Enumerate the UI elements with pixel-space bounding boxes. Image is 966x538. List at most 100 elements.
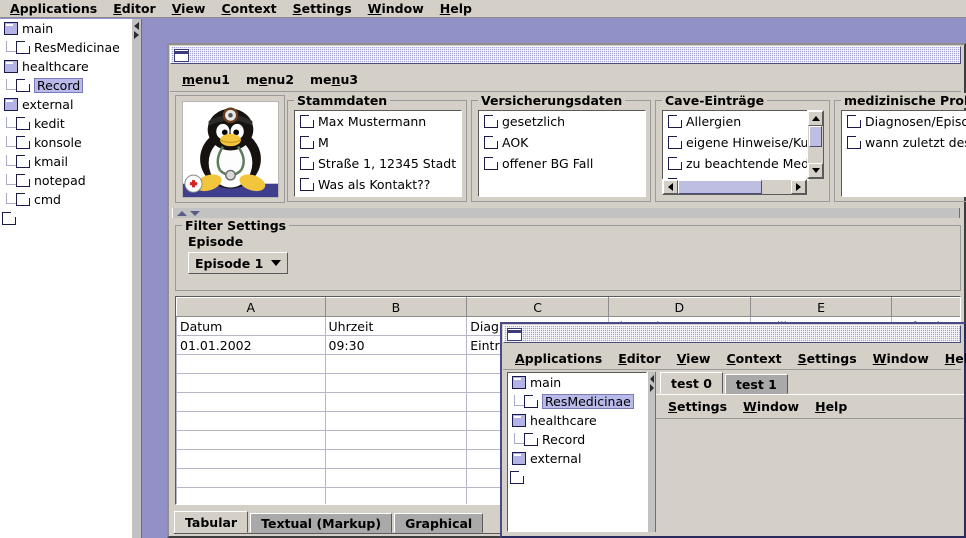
table-cell[interactable] [177, 431, 326, 450]
sub-menu-item-settings[interactable]: Settings [658, 397, 735, 416]
sub-menu-item-window[interactable]: Window [735, 397, 807, 416]
main-menubar[interactable]: AApplicationspplications Editor View Con… [0, 0, 966, 18]
divider-collapse-right-arrow[interactable] [134, 31, 139, 39]
list-item[interactable]: gesetzlich [479, 111, 645, 132]
panel-versicherungsdaten-list[interactable]: gesetzlich AOK offener BG Fall [478, 110, 646, 197]
list-item[interactable]: Max Mustermann [295, 111, 461, 132]
cave-horizontal-scrollbar[interactable] [662, 179, 807, 195]
divider-collapse-left-arrow[interactable] [650, 375, 654, 383]
list-item[interactable]: wann zuletzt deswe [842, 132, 966, 153]
divider-collapse-right-arrow[interactable] [650, 384, 654, 392]
table-cell[interactable] [325, 431, 467, 450]
table-cell[interactable] [177, 488, 326, 506]
scroll-left-button[interactable] [663, 180, 678, 194]
panel-cave-eintraege-list[interactable]: Allergien eigene Hinweise/Kurzn zu beach… [662, 110, 809, 181]
table-cell[interactable] [177, 393, 326, 412]
episode-select[interactable]: Episode 1 [188, 252, 288, 274]
record-menu-menu2[interactable]: menu2 [238, 70, 302, 89]
sidebar-item-blank[interactable] [0, 209, 131, 228]
sidebar-item-main[interactable]: main [0, 19, 131, 38]
float-project-tree[interactable]: mainResMedicinaehealthcareRecordexternal [507, 372, 647, 532]
menu-item-help[interactable]: Help [432, 0, 480, 18]
tab-tabular[interactable]: Tabular [174, 511, 248, 533]
float-menu-item-editor[interactable]: Editor [610, 349, 669, 368]
table-cell[interactable]: 09:30 [325, 336, 467, 355]
table-cell[interactable] [325, 469, 467, 488]
float-tree-item-resmedicinae[interactable]: ResMedicinae [508, 392, 646, 411]
column-header-A[interactable]: A [177, 298, 326, 317]
column-header-F[interactable]: F [892, 298, 961, 317]
panel-stammdaten-list[interactable]: Max Mustermann M Straße 1, 12345 Stadt W… [294, 110, 462, 197]
list-item[interactable]: Was als Kontakt?? [295, 174, 461, 195]
table-cell[interactable] [177, 355, 326, 374]
list-item[interactable]: Allergien [663, 111, 808, 132]
list-item[interactable]: AOK [479, 132, 645, 153]
sidebar-item-kmail[interactable]: kmail [0, 152, 131, 171]
float-tree-item-main[interactable]: main [508, 373, 646, 392]
float-tabs[interactable]: test 0 test 1 [656, 372, 964, 394]
table-cell[interactable] [325, 355, 467, 374]
project-tree[interactable]: mainResMedicinaehealthcareRecordexternal… [0, 19, 132, 538]
list-item[interactable]: Diagnosen/Episode [842, 111, 966, 132]
table-cell[interactable] [325, 488, 467, 506]
table-cell[interactable]: Uhrzeit [325, 317, 467, 336]
scroll-thumb-horizontal[interactable] [678, 180, 762, 194]
list-item[interactable]: Straße 1, 12345 Stadt [295, 153, 461, 174]
float-tree-item-record[interactable]: Record [508, 430, 646, 449]
float-tree-item-external[interactable]: external [508, 449, 646, 468]
cave-vertical-scrollbar[interactable] [807, 110, 824, 179]
tab-test-0[interactable]: test 0 [660, 372, 723, 394]
panel-medizinische-probleme-list[interactable]: Diagnosen/Episode wann zuletzt deswe [841, 110, 966, 197]
table-cell[interactable]: Datum [177, 317, 326, 336]
tab-graphical[interactable]: Graphical [394, 513, 483, 533]
table-cell[interactable] [177, 374, 326, 393]
sidebar-item-healthcare[interactable]: healthcare [0, 57, 131, 76]
column-header-B[interactable]: B [325, 298, 467, 317]
tab-test-1[interactable]: test 1 [725, 374, 788, 394]
float-menu-item-settings[interactable]: Settings [790, 349, 865, 368]
split-divider-main[interactable] [131, 19, 142, 538]
sidebar-item-notepad[interactable]: notepad [0, 171, 131, 190]
record-menu-menu3[interactable]: menu3 [302, 70, 366, 89]
float-tree-item-healthcare[interactable]: healthcare [508, 411, 646, 430]
menu-item-applications[interactable]: AApplicationspplications [2, 0, 105, 18]
column-header-D[interactable]: D [609, 298, 751, 317]
record-menubar[interactable]: menu1 menu2 menu3 [170, 68, 961, 92]
float-menubar[interactable]: Applications Editor View Context Setting… [503, 347, 961, 370]
column-header-C[interactable]: C [467, 298, 609, 317]
table-cell[interactable] [177, 412, 326, 431]
float-submenubar[interactable]: Settings Window Help [656, 395, 964, 419]
list-item[interactable]: M [295, 132, 461, 153]
float-menu-item-view[interactable]: View [669, 349, 719, 368]
table-cell[interactable] [325, 374, 467, 393]
sidebar-item-cmd[interactable]: cmd [0, 190, 131, 209]
record-window-titlebar[interactable] [170, 46, 961, 64]
sub-menu-item-help[interactable]: Help [807, 397, 855, 416]
sidebar-item-record[interactable]: Record [0, 76, 131, 95]
menu-item-editor[interactable]: Editor [105, 0, 164, 18]
list-item[interactable]: eigene Hinweise/Kurzn [663, 132, 808, 153]
sidebar-item-konsole[interactable]: konsole [0, 133, 131, 152]
divider-collapse-left-arrow[interactable] [134, 22, 139, 30]
scroll-down-button[interactable] [808, 163, 823, 178]
sidebar-item-external[interactable]: external [0, 95, 131, 114]
scroll-right-button[interactable] [791, 180, 806, 194]
list-item[interactable]: zu beachtende Medikat [663, 153, 808, 174]
float-menu-item-context[interactable]: Context [718, 349, 789, 368]
menu-item-window[interactable]: Window [360, 0, 432, 18]
sidebar-item-resmedicinae[interactable]: ResMedicinae [0, 38, 131, 57]
record-menu-menu1[interactable]: menu1 [172, 70, 238, 89]
table-cell[interactable]: 01.01.2002 [177, 336, 326, 355]
menu-item-view[interactable]: View [164, 0, 214, 18]
table-cell[interactable] [177, 469, 326, 488]
float-menu-item-window[interactable]: Window [865, 349, 937, 368]
table-cell[interactable] [177, 450, 326, 469]
split-divider-record[interactable] [172, 208, 960, 218]
column-header-E[interactable]: E [750, 298, 892, 317]
tab-textual-markup[interactable]: Textual (Markup) [250, 513, 392, 533]
menu-item-settings[interactable]: Settings [285, 0, 360, 18]
list-item[interactable]: offener BG Fall [479, 153, 645, 174]
scroll-thumb-vertical[interactable] [809, 126, 822, 147]
sidebar-item-kedit[interactable]: kedit [0, 114, 131, 133]
table-cell[interactable] [325, 450, 467, 469]
